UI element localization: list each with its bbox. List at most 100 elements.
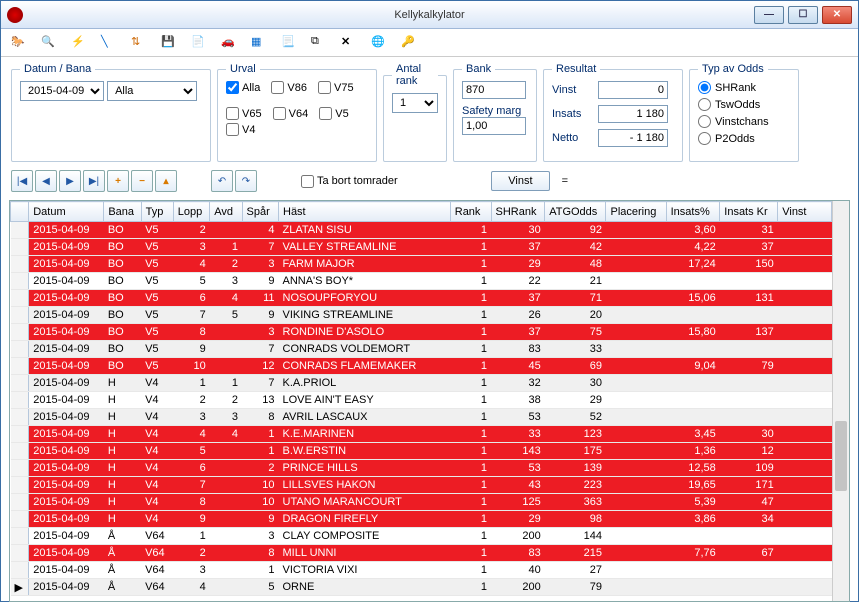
bolt-icon[interactable]: ⚡ [71,35,87,51]
tabort-checkbox[interactable] [301,175,314,188]
bank-input[interactable] [462,81,526,99]
page-icon[interactable]: 📃 [281,35,297,51]
cell-plac [606,375,666,392]
minimize-button[interactable]: — [754,6,784,24]
table-row[interactable]: 2015-04-09HV4338AVRIL LASCAUX15352 [11,409,832,426]
table-row[interactable]: 2015-04-09BOV5759VIKING STREAMLINE12620 [11,307,832,324]
table-row[interactable]: 2015-04-09HV4710LILLSVES HAKON14322319,6… [11,477,832,494]
data-grid[interactable]: DatumBanaTypLoppAvdSpårHästRankSHRankATG… [9,200,850,602]
remove-button[interactable]: − [131,170,153,192]
edit-button[interactable]: ▴ [155,170,177,192]
binoculars-icon[interactable]: 🔍 [41,35,57,51]
first-button[interactable]: |◀ [11,170,33,192]
redo-button[interactable]: ↷ [235,170,257,192]
col-header[interactable]: Avd [210,202,242,222]
cell-bana: H [104,409,141,426]
table-row[interactable]: 2015-04-09HV4441K.E.MARINEN1331233,4530 [11,426,832,443]
v64-checkbox[interactable] [273,107,286,120]
add-button[interactable]: + [107,170,129,192]
table-row[interactable]: 2015-04-09BOV5539ANNA'S BOY*12221 [11,273,832,290]
col-header[interactable]: Typ [141,202,173,222]
col-header[interactable] [11,202,29,222]
bana-select[interactable]: Alla [107,81,197,101]
grid-icon[interactable]: ▦ [251,35,267,51]
table-row[interactable]: 2015-04-09HV4117K.A.PRIOL13230 [11,375,832,392]
v86-checkbox[interactable] [271,81,284,94]
cell-plac [606,358,666,375]
col-header[interactable]: Rank [450,202,491,222]
table-row[interactable]: 2015-04-09HV4810UTANO MARANCOURT11253635… [11,494,832,511]
col-header[interactable]: SHRank [491,202,545,222]
cell-hast: K.A.PRIOL [279,375,451,392]
p2odds-radio[interactable] [698,132,711,145]
cell-avd: 5 [210,307,242,324]
delete-icon[interactable]: ✕ [341,35,357,51]
col-header[interactable]: Lopp [173,202,210,222]
table-row[interactable]: 2015-04-09HV499DRAGON FIREFLY129983,8634 [11,511,832,528]
col-header[interactable]: Insats Kr [720,202,778,222]
col-header[interactable]: Insats% [666,202,720,222]
cell-inskr: 171 [720,477,778,494]
cell-plac [606,426,666,443]
col-header[interactable]: Vinst [778,202,832,222]
v65-checkbox[interactable] [226,107,239,120]
close-button[interactable]: ✕ [822,6,852,24]
table-row[interactable]: 2015-04-09BOV5317VALLEY STREAMLINE137424… [11,239,832,256]
save-icon[interactable]: 💾 [161,35,177,51]
alla-checkbox[interactable] [226,81,239,94]
shrank-radio[interactable] [698,81,711,94]
car-icon[interactable]: 🚗 [221,35,237,51]
table-row[interactable]: 2015-04-09ÅV6413CLAY COMPOSITE1200144 [11,528,832,545]
table-row[interactable]: 2015-04-09BOV51012CONRADS FLAMEMAKER1456… [11,358,832,375]
scrollbar-thumb[interactable] [835,421,847,491]
v4-checkbox[interactable] [226,123,239,136]
table-row[interactable]: 2015-04-09HV451B.W.ERSTIN11431751,3612 [11,443,832,460]
table-row[interactable]: 2015-04-09ÅV6428MILL UNNI1832157,7667 [11,545,832,562]
key-icon[interactable]: 🔑 [401,35,417,51]
cell-hast: B.W.ERSTIN [279,443,451,460]
export-icon[interactable]: ⇅ [131,35,147,51]
prev-button[interactable]: ◀ [35,170,57,192]
table-row[interactable]: 2015-04-09HV42213LOVE AIN'T EASY13829 [11,392,832,409]
col-header[interactable]: Bana [104,202,141,222]
horse-icon[interactable]: 🐎 [11,35,27,51]
vinstchans-radio[interactable] [698,115,711,128]
col-header[interactable]: ATGOdds [545,202,606,222]
tswodds-radio[interactable] [698,98,711,111]
copy-icon[interactable]: ⧉ [311,35,327,51]
v5-checkbox[interactable] [319,107,332,120]
table-row[interactable]: 2015-04-09BOV597CONRADS VOLDEMORT18333 [11,341,832,358]
table-row[interactable]: 2015-04-09ÅV6431VICTORIA VIXI14027 [11,562,832,579]
safety-input[interactable] [462,117,526,135]
table-row[interactable]: 2015-04-09BOV56411NOSOUPFORYOU1377115,06… [11,290,832,307]
maximize-button[interactable]: ☐ [788,6,818,24]
cell-ind [11,562,29,579]
wand-icon[interactable]: ╲ [101,35,117,51]
cell-hast: PRINCE HILLS [279,460,451,477]
col-header[interactable]: Datum [29,202,104,222]
table-row[interactable]: 2015-04-09HV462PRINCE HILLS15313912,5810… [11,460,832,477]
table-row[interactable]: 2015-04-09BOV5423FARM MAJOR1294817,24150 [11,256,832,273]
next-button[interactable]: ▶ [59,170,81,192]
globe-icon[interactable]: 🌐 [371,35,387,51]
cell-inskr: 31 [720,222,778,239]
col-header[interactable]: Placering [606,202,666,222]
doc-icon[interactable]: 📄 [191,35,207,51]
table-row[interactable]: 2015-04-09BOV583RONDINE D'ASOLO1377515,8… [11,324,832,341]
vertical-scrollbar[interactable] [832,201,849,601]
table-row[interactable]: ▶2015-04-09ÅV6445ORNE120079 [11,579,832,596]
cell-typ: V4 [141,477,173,494]
cell-vinst [778,256,832,273]
col-header[interactable]: Häst [279,202,451,222]
date-select[interactable]: 2015-04-09 [20,81,104,101]
antal-rank-legend: Antal rank [392,63,438,87]
table-row[interactable]: 2015-04-09BOV524ZLATAN SISU130923,6031 [11,222,832,239]
cell-shrank: 200 [491,528,545,545]
vinst-button[interactable]: Vinst [491,171,549,191]
antal-rank-select[interactable]: 1 [392,93,438,113]
undo-button[interactable]: ↶ [211,170,233,192]
cell-datum: 2015-04-09 [29,290,104,307]
v75-checkbox[interactable] [318,81,331,94]
col-header[interactable]: Spår [242,202,279,222]
last-button[interactable]: ▶| [83,170,105,192]
